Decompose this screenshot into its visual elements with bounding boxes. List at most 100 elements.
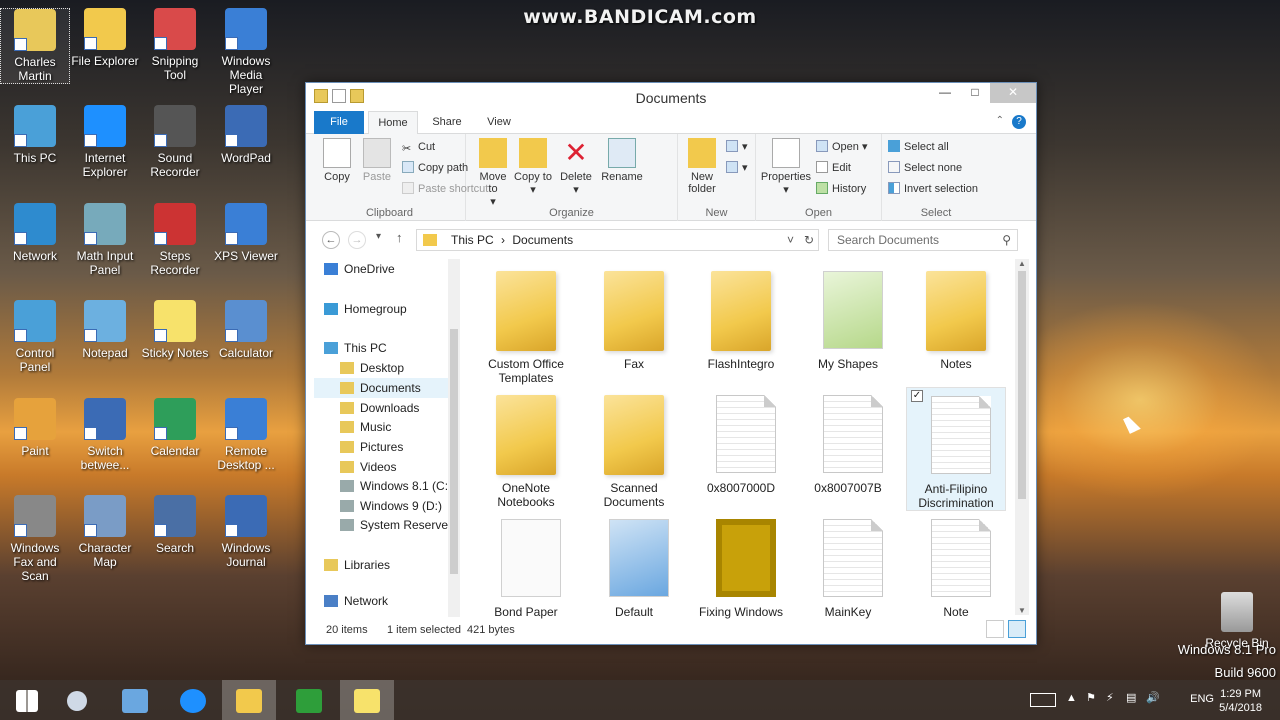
paste-button[interactable]: Paste <box>360 138 394 183</box>
address-dropdown-icon[interactable]: ˅ <box>787 230 794 250</box>
desktop-icon[interactable]: Network <box>0 203 70 263</box>
copy-button[interactable]: Copy <box>320 138 354 183</box>
nav-item[interactable]: Pictures <box>314 437 454 457</box>
taskbar-file-explorer[interactable] <box>222 680 276 720</box>
desktop-icon[interactable]: Sticky Notes <box>140 300 210 360</box>
move-to-button[interactable]: Move to ▾ <box>474 138 512 208</box>
nav-item[interactable]: Windows 8.1 (C:) <box>314 476 454 496</box>
copy-to-button[interactable]: Copy to ▾ <box>514 138 552 196</box>
nav-scrollbar[interactable] <box>448 259 460 617</box>
file-item[interactable]: ✓ Anti-Filipino Discrimination <box>906 387 1006 511</box>
tab-view[interactable]: View <box>478 111 520 134</box>
file-item[interactable]: MainKey <box>798 511 898 619</box>
nav-item[interactable]: Downloads <box>314 398 454 418</box>
desktop-icon[interactable]: Math Input Panel <box>70 203 140 277</box>
power-icon[interactable]: ⚡ <box>1106 691 1114 704</box>
back-button[interactable]: ← <box>322 231 340 249</box>
taskbar-internet-explorer[interactable] <box>166 680 220 720</box>
file-item[interactable]: 0x8007000D <box>691 387 791 495</box>
network-tray-icon[interactable]: ▤ <box>1126 691 1136 704</box>
desktop-icon[interactable]: Charles Martin <box>0 8 70 84</box>
up-arrow-icon[interactable]: ↑ <box>396 230 403 245</box>
show-hidden-icons-icon[interactable]: ▲ <box>1066 692 1077 704</box>
desktop-icon[interactable]: Notepad <box>70 300 140 360</box>
desktop-icon[interactable]: Steps Recorder <box>140 203 210 277</box>
file-item[interactable]: OneNote Notebooks <box>476 387 576 509</box>
edit-button[interactable]: Edit <box>816 159 851 177</box>
copy-path-button[interactable]: Copy path <box>402 159 468 177</box>
desktop-icon[interactable]: Windows Media Player <box>211 8 281 96</box>
desktop-icon[interactable]: This PC <box>0 105 70 165</box>
nav-item[interactable]: Homegroup <box>314 299 454 319</box>
cut-button[interactable]: ✂ Cut <box>402 138 435 156</box>
keyboard-icon[interactable] <box>1030 693 1056 707</box>
file-item[interactable]: My Shapes <box>798 263 898 371</box>
large-icons-view-button[interactable] <box>1008 620 1026 638</box>
file-item[interactable]: Note <box>906 511 1006 619</box>
rename-button[interactable]: Rename <box>600 138 644 183</box>
desktop-icon[interactable]: Windows Journal <box>211 495 281 569</box>
tab-file[interactable]: File <box>314 111 364 134</box>
desktop-icon[interactable]: Remote Desktop ... <box>211 398 281 472</box>
desktop-icon[interactable]: Internet Explorer <box>70 105 140 179</box>
start-button[interactable] <box>0 680 54 720</box>
open-button[interactable]: Open ▾ <box>816 138 868 156</box>
help-icon[interactable]: ? <box>1012 115 1026 129</box>
desktop-icon[interactable]: Calculator <box>211 300 281 360</box>
refresh-icon[interactable]: ↻ <box>804 230 814 250</box>
file-item[interactable]: FlashIntegro <box>691 263 791 371</box>
close-button[interactable]: ✕ <box>990 83 1036 103</box>
language-indicator[interactable]: ENG <box>1190 693 1214 705</box>
nav-item[interactable]: System Reserved <box>314 515 455 535</box>
flag-icon[interactable]: ⚑ <box>1086 691 1096 704</box>
desktop-icon[interactable]: Character Map <box>70 495 140 569</box>
nav-item[interactable]: Desktop <box>314 358 454 378</box>
file-item[interactable]: Fixing Windows <box>691 511 791 619</box>
file-item[interactable]: Custom Office Templates <box>476 263 576 385</box>
desktop-icon[interactable]: File Explorer <box>70 8 140 68</box>
taskbar-sticky-notes[interactable] <box>340 680 394 720</box>
delete-button[interactable]: ✕ Delete ▾ <box>556 138 596 197</box>
nav-item[interactable]: Libraries <box>314 555 454 575</box>
nav-item[interactable]: This PC <box>314 338 454 358</box>
search-input[interactable]: Search Documents ⚲ <box>828 229 1018 251</box>
nav-item[interactable]: Documents <box>314 378 454 398</box>
desktop-icon[interactable]: Search <box>140 495 210 555</box>
nav-item[interactable]: Network <box>314 591 454 611</box>
desktop-icon[interactable]: Paint <box>0 398 70 458</box>
nav-item[interactable]: OneDrive <box>314 259 454 279</box>
maximize-button[interactable]: □ <box>960 83 990 103</box>
taskbar-remote-desktop[interactable] <box>108 680 162 720</box>
desktop-icon[interactable]: Snipping Tool <box>140 8 210 82</box>
tab-share[interactable]: Share <box>424 111 470 134</box>
file-item[interactable]: Default <box>584 511 684 619</box>
file-item[interactable]: 0x8007007B <box>798 387 898 495</box>
nav-item[interactable]: Windows 9 (D:) <box>314 496 454 516</box>
file-item[interactable]: Bond Paper <box>476 511 576 619</box>
collapse-ribbon-icon[interactable]: ⌃ <box>996 115 1004 129</box>
details-view-button[interactable] <box>986 620 1004 638</box>
taskbar-search[interactable] <box>50 680 104 720</box>
forward-button[interactable]: → <box>348 231 366 249</box>
address-field[interactable]: This PC › Documents ˅ ↻ <box>416 229 819 251</box>
taskbar-store[interactable] <box>282 680 336 720</box>
desktop-icon[interactable]: Switch betwee... <box>70 398 140 472</box>
invert-selection-button[interactable]: Invert selection <box>888 180 978 198</box>
clock[interactable]: 1:29 PM 5/4/2018 <box>1219 687 1262 715</box>
desktop-icon[interactable]: Calendar <box>140 398 210 458</box>
easy-access-button[interactable]: ▾ <box>726 159 748 177</box>
file-item[interactable]: Notes <box>906 263 1006 371</box>
minimize-button[interactable]: — <box>930 83 960 103</box>
desktop-icon[interactable]: Control Panel <box>0 300 70 374</box>
properties-button[interactable]: Properties ▾ <box>760 138 812 196</box>
desktop-icon[interactable]: XPS Viewer <box>211 203 281 263</box>
history-button[interactable]: History <box>816 180 866 198</box>
nav-item[interactable]: Music <box>314 417 454 437</box>
content-scrollbar[interactable]: ▲ ▼ <box>1015 259 1029 615</box>
recent-locations-icon[interactable]: ▾ <box>376 231 381 242</box>
tab-home[interactable]: Home <box>368 111 418 135</box>
file-item[interactable]: Scanned Documents <box>584 387 684 509</box>
desktop-icon[interactable]: WordPad <box>211 105 281 165</box>
desktop-icon[interactable]: Windows Fax and Scan <box>0 495 70 583</box>
select-none-button[interactable]: Select none <box>888 159 962 177</box>
